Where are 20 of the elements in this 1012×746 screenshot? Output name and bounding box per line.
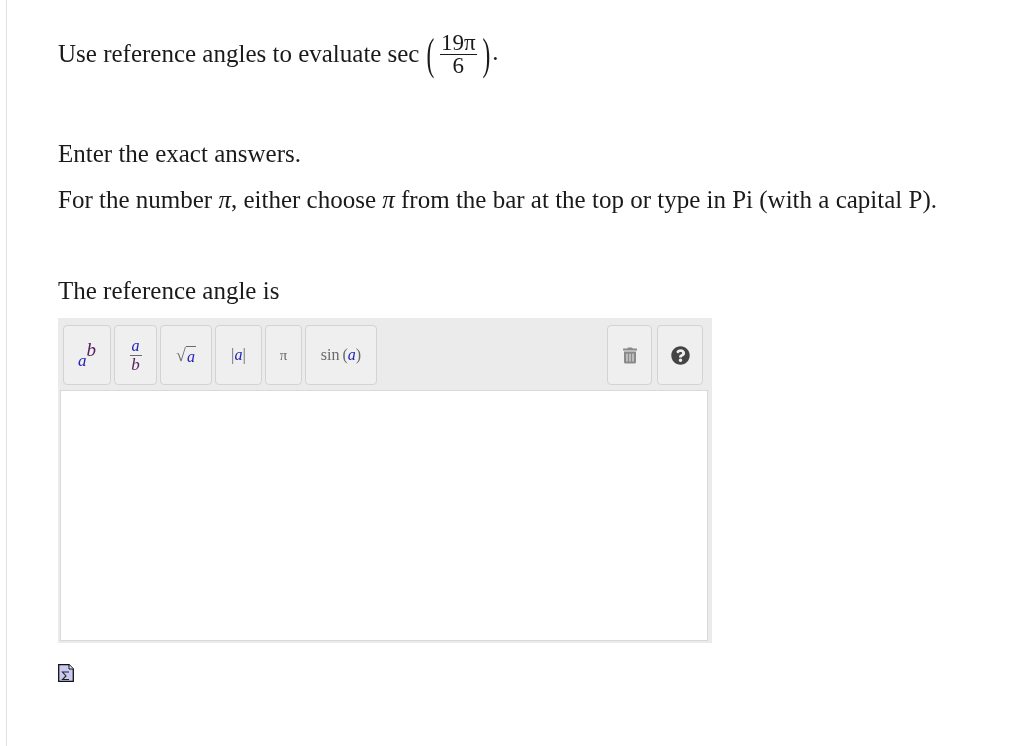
pi-button[interactable]: π [265, 325, 302, 385]
absolute-value-button[interactable]: |a| [215, 325, 262, 385]
help-button[interactable] [657, 325, 703, 385]
trash-icon [622, 346, 637, 364]
period: . [492, 36, 499, 67]
instruction-text: For the number π, either choose π from the bar at the top or type in Pi (with a capital P). [58, 186, 939, 214]
fraction-denominator: 6 [452, 54, 465, 77]
trash-button[interactable] [607, 325, 652, 385]
fraction-numerator: 19π [440, 31, 477, 55]
right-parenthesis: ) [482, 28, 490, 81]
math-function: sec [387, 39, 420, 70]
instruction-text: Enter the exact answers. [58, 140, 302, 168]
prompt-text: The reference angle is [58, 277, 281, 305]
sigma-document-icon[interactable] [58, 664, 74, 682]
question-text: Use reference angles to evaluate [58, 39, 382, 70]
square-root-button[interactable]: √a [160, 325, 212, 385]
left-parenthesis: ( [426, 28, 435, 81]
help-icon [670, 345, 690, 365]
fraction-button[interactable]: a b [114, 325, 157, 385]
sine-button[interactable]: sin (a) [305, 325, 377, 385]
